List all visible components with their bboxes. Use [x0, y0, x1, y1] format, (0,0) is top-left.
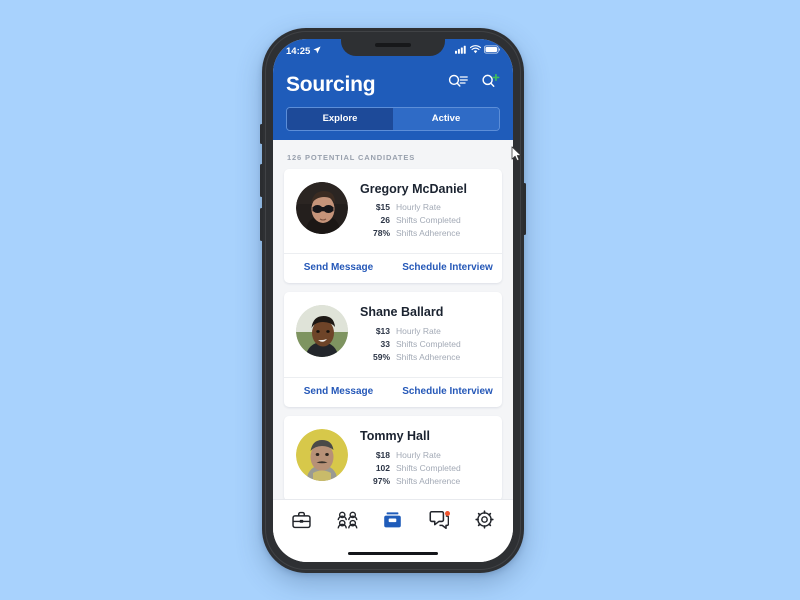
power-button[interactable]: [523, 183, 526, 235]
stat-hourly-rate: $15 Hourly Rate: [360, 202, 490, 212]
phone-screen: 14:25 Sourcing Explore Active 126 POTENT…: [273, 39, 513, 562]
status-bar: 14:25: [273, 39, 513, 63]
candidate-actions: Send Message Schedule Interview: [284, 377, 502, 407]
search-add-icon[interactable]: [481, 73, 500, 95]
candidate-name: Shane Ballard: [360, 305, 444, 320]
candidate-name: Gregory McDaniel: [360, 181, 467, 196]
candidate-info: Gregory McDaniel $15 Hourly Rate 26 Shif…: [348, 182, 490, 242]
people-icon: [337, 511, 358, 534]
avatar-shane-ballard: [296, 305, 348, 358]
header-top-row: Sourcing: [286, 69, 500, 99]
mute-switch[interactable]: [260, 124, 263, 144]
stat-label: Shifts Completed: [396, 462, 461, 473]
candidate-info: Shane Ballard $13 Hourly Rate 33 Shifts …: [348, 305, 490, 365]
stat-value: 59%: [372, 352, 390, 362]
tab-active[interactable]: Active: [393, 108, 499, 130]
tab-explore[interactable]: Explore: [287, 108, 393, 130]
segmented-control: Explore Active: [286, 107, 500, 131]
candidate-card[interactable]: Gregory McDaniel $15 Hourly Rate 26 Shif…: [284, 168, 502, 284]
section-label: 126 POTENTIAL CANDIDATES: [287, 152, 416, 162]
notification-badge: [444, 511, 450, 516]
tab-bar-item-jobs[interactable]: [285, 507, 319, 537]
search-list-icon[interactable]: [448, 73, 468, 95]
candidate-name: Tommy Hall: [360, 429, 430, 443]
stat-label: Hourly Rate: [396, 202, 441, 213]
stat-hourly-rate: $13 Hourly Rate: [360, 326, 490, 336]
stat-hourly-rate: $18 Hourly Rate: [360, 450, 490, 460]
stat-shifts-adherence: 59% Shifts Adherence: [360, 352, 490, 362]
notch: [341, 39, 445, 56]
app-header: Sourcing Explore Active: [273, 63, 513, 140]
candidate-card[interactable]: Tommy Hall $18 Hourly Rate 102 Shifts Co…: [284, 416, 502, 499]
stat-value: 102: [375, 462, 390, 473]
stat-value: $18: [375, 449, 390, 460]
schedule-interview-button[interactable]: Schedule Interview: [393, 387, 502, 397]
avatar-gregory-mcdaniel: [296, 181, 348, 234]
stat-label: Shifts Completed: [396, 339, 461, 349]
tab-bar-item-settings[interactable]: [467, 507, 501, 537]
stat-value: 78%: [372, 228, 390, 239]
stat-shifts-completed: 26 Shifts Completed: [360, 215, 490, 225]
candidate-summary: Tommy Hall $18 Hourly Rate 102 Shifts Co…: [284, 416, 502, 499]
tab-bar-item-messages[interactable]: [422, 507, 456, 537]
schedule-interview-button[interactable]: Schedule Interview: [393, 263, 502, 273]
cellular-signal-icon: [455, 45, 467, 57]
volume-down-button[interactable]: [260, 208, 263, 241]
candidate-summary: Shane Ballard $13 Hourly Rate 33 Shifts …: [284, 292, 502, 377]
page-title: Sourcing: [286, 72, 376, 96]
avatar-tommy-hall: [296, 429, 348, 481]
stat-value: 26: [380, 215, 390, 226]
stat-label: Shifts Completed: [396, 215, 461, 226]
status-bar-right: [455, 45, 501, 57]
tab-bar-item-sourcing[interactable]: [376, 507, 410, 537]
stat-label: Hourly Rate: [396, 326, 441, 336]
stat-shifts-completed: 33 Shifts Completed: [360, 339, 490, 349]
stat-label: Shifts Adherence: [396, 352, 461, 362]
wifi-icon: [469, 45, 482, 57]
stat-value: 97%: [372, 475, 390, 486]
notch-speaker: [375, 43, 411, 47]
candidate-actions: Send Message Schedule Interview: [284, 253, 502, 283]
candidate-summary: Gregory McDaniel $15 Hourly Rate 26 Shif…: [284, 169, 502, 254]
header-actions: [448, 73, 500, 95]
inbox-icon: [383, 511, 402, 534]
home-indicator-area: [273, 544, 513, 562]
bottom-tab-bar: [273, 499, 513, 544]
stat-value: $13: [375, 326, 390, 336]
send-message-button[interactable]: Send Message: [284, 263, 393, 273]
candidate-info: Tommy Hall $18 Hourly Rate 102 Shifts Co…: [348, 429, 490, 489]
briefcase-icon: [292, 511, 311, 534]
status-bar-time: 14:25: [286, 45, 311, 57]
stat-label: Shifts Adherence: [396, 475, 461, 486]
send-message-button[interactable]: Send Message: [284, 387, 393, 397]
status-bar-left: 14:25: [286, 46, 321, 57]
candidate-card[interactable]: Shane Ballard $13 Hourly Rate 33 Shifts …: [284, 292, 502, 407]
battery-full-icon: [484, 45, 501, 57]
gear-icon: [475, 510, 494, 534]
volume-up-button[interactable]: [260, 164, 263, 197]
stat-label: Shifts Adherence: [396, 228, 461, 239]
phone-frame: 14:25 Sourcing Explore Active 126 POTENT…: [260, 28, 526, 573]
stat-value: 33: [380, 339, 390, 349]
home-indicator[interactable]: [348, 551, 438, 555]
location-arrow-icon: [313, 45, 321, 57]
stat-value: $15: [375, 202, 390, 213]
stat-shifts-adherence: 97% Shifts Adherence: [360, 476, 490, 486]
stat-shifts-completed: 102 Shifts Completed: [360, 463, 490, 473]
candidate-list[interactable]: 126 POTENTIAL CANDIDATES Gregory McDanie…: [273, 139, 513, 499]
stat-label: Hourly Rate: [396, 449, 441, 460]
tab-bar-item-people[interactable]: [330, 507, 364, 537]
stat-shifts-adherence: 78% Shifts Adherence: [360, 228, 490, 238]
